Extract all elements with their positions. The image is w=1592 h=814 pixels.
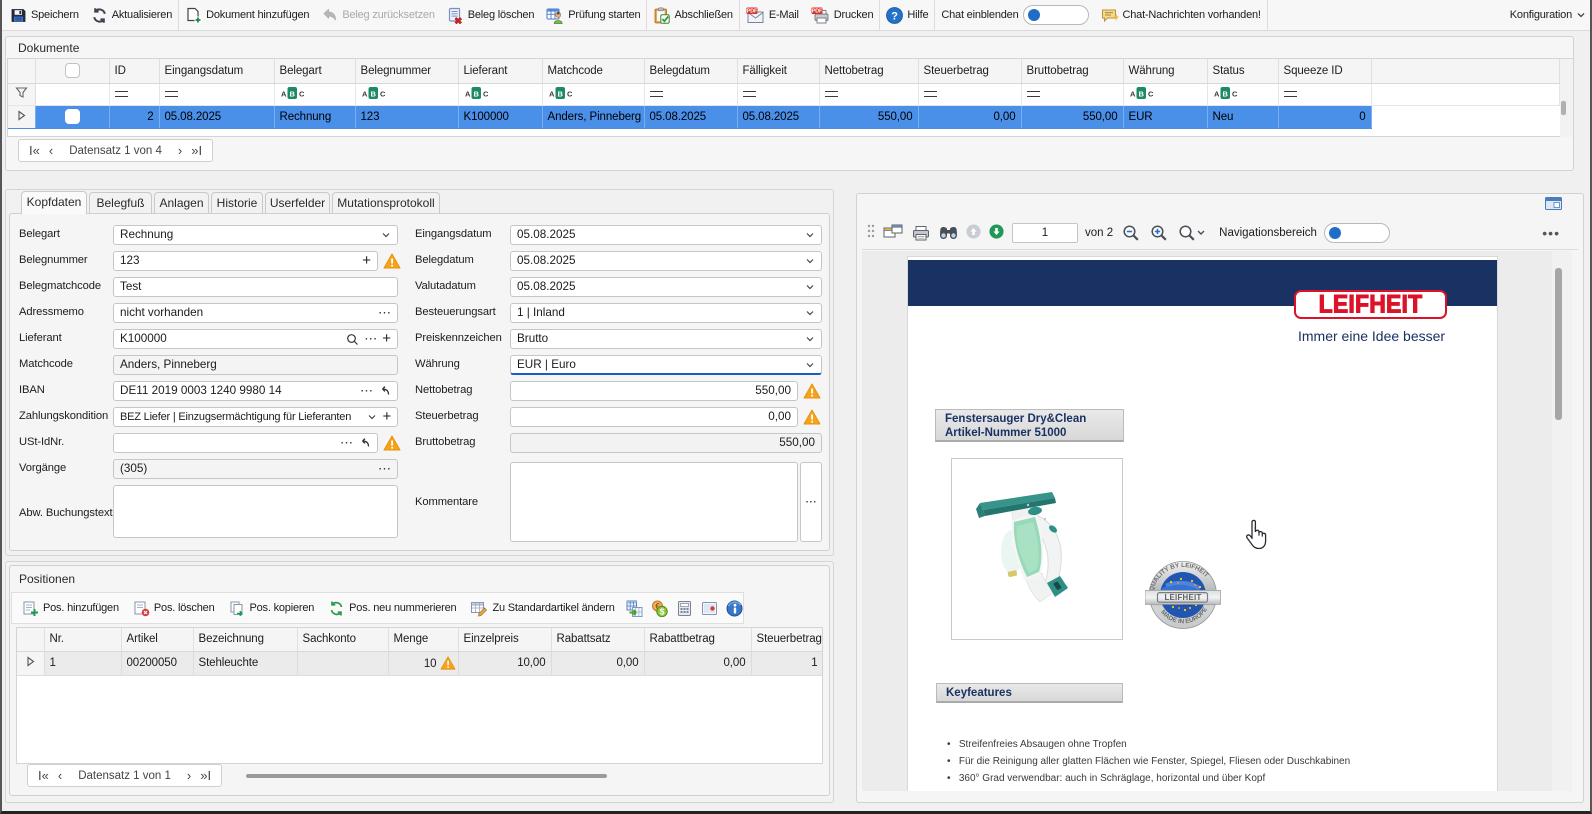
svg-text:$: $ bbox=[659, 606, 664, 616]
svg-text:C: C bbox=[567, 89, 573, 98]
svg-text:B: B bbox=[1138, 89, 1144, 98]
svg-text:LEIFHEIT: LEIFHEIT bbox=[1164, 593, 1201, 602]
svg-text:A: A bbox=[1214, 89, 1220, 98]
svg-text:B: B bbox=[289, 89, 295, 98]
svg-text:B: B bbox=[557, 89, 563, 98]
svg-text:B: B bbox=[1222, 89, 1228, 98]
svg-text:PDF: PDF bbox=[747, 8, 758, 14]
svg-text:PDF: PDF bbox=[812, 8, 823, 14]
svg-text:A: A bbox=[549, 89, 555, 98]
svg-text:C: C bbox=[1148, 89, 1154, 98]
svg-text:C: C bbox=[299, 89, 305, 98]
svg-text:C: C bbox=[380, 89, 386, 98]
svg-text:B: B bbox=[473, 89, 479, 98]
svg-text:C: C bbox=[1232, 89, 1238, 98]
svg-text:A: A bbox=[362, 89, 368, 98]
svg-text:A: A bbox=[1130, 89, 1136, 98]
svg-text:?: ? bbox=[892, 10, 899, 22]
svg-text:B: B bbox=[370, 89, 376, 98]
svg-text:A: A bbox=[281, 89, 287, 98]
svg-text:C: C bbox=[483, 89, 489, 98]
svg-text:A: A bbox=[465, 89, 471, 98]
